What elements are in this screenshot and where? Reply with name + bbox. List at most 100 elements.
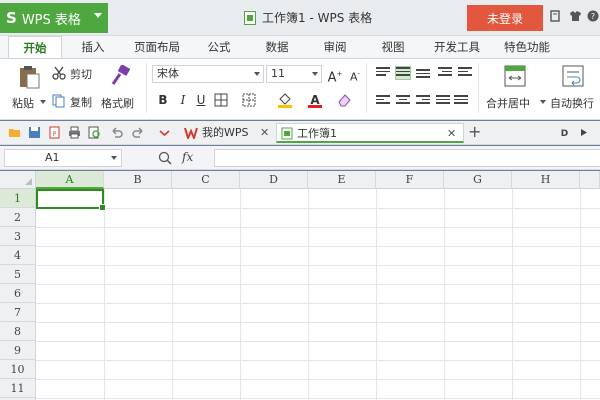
- align-top-icon[interactable]: [376, 67, 390, 79]
- close-icon[interactable]: ✕: [260, 123, 269, 143]
- tab-home[interactable]: 开始: [8, 36, 62, 58]
- wps-logo-icon: S: [6, 9, 17, 27]
- column-header[interactable]: B: [104, 171, 172, 189]
- tab-formulas[interactable]: 公式: [196, 36, 242, 58]
- tab-developer[interactable]: 开发工具: [426, 36, 488, 58]
- decrease-indent-icon[interactable]: [458, 67, 472, 79]
- ribbon-separator: [366, 63, 367, 113]
- grow-font-button[interactable]: A+: [326, 65, 344, 85]
- format-painter-button[interactable]: 格式刷: [100, 63, 140, 115]
- ribbon-tab-bar: 开始 插入 页面布局 公式 数据 审阅 视图 开发工具 特色功能: [0, 36, 600, 58]
- customize-toolbar-icon[interactable]: [158, 126, 171, 139]
- font-size-select[interactable]: 11: [266, 65, 322, 83]
- row-header[interactable]: 3: [0, 227, 36, 246]
- column-header[interactable]: A: [36, 171, 104, 189]
- row-header[interactable]: 7: [0, 303, 36, 322]
- row-header[interactable]: 10: [0, 360, 36, 379]
- chevron-down-icon: [254, 72, 260, 76]
- svg-text:P: P: [53, 131, 57, 138]
- wrap-text-button[interactable]: 自动换行: [548, 63, 600, 115]
- wrap-text-icon: [562, 65, 584, 87]
- spreadsheet-grid[interactable]: A B C D E F G H 1 2 3 4 5 6 7 8 9 10 11 …: [0, 171, 600, 400]
- collapse-ribbon-icon[interactable]: D: [558, 126, 571, 139]
- distributed-align-icon[interactable]: [454, 95, 468, 107]
- shrink-font-button[interactable]: A-: [346, 65, 364, 84]
- login-button[interactable]: 未登录: [467, 5, 543, 31]
- name-box[interactable]: A1: [4, 149, 122, 167]
- row-header[interactable]: 6: [0, 284, 36, 303]
- align-bottom-icon[interactable]: [416, 69, 430, 81]
- column-header[interactable]: H: [512, 171, 580, 189]
- zoom-formula-icon[interactable]: [158, 151, 172, 165]
- row-header[interactable]: 4: [0, 246, 36, 265]
- merge-center-button[interactable]: 合并居中: [484, 63, 546, 115]
- formula-input[interactable]: [214, 149, 600, 167]
- chevron-down-icon: [40, 100, 46, 104]
- help-icon[interactable]: ?: [586, 10, 600, 24]
- tab-data[interactable]: 数据: [254, 36, 300, 58]
- borders-button[interactable]: [212, 91, 230, 109]
- expand-icon[interactable]: [578, 126, 591, 139]
- eraser-icon: [338, 94, 351, 107]
- row-header[interactable]: 11: [0, 379, 36, 398]
- skin-icon[interactable]: [548, 10, 562, 24]
- column-header[interactable]: F: [376, 171, 444, 189]
- save-icon[interactable]: [28, 126, 41, 139]
- print-icon[interactable]: [68, 126, 81, 139]
- formula-bar: A1 fx: [0, 146, 600, 170]
- align-center-icon[interactable]: [396, 95, 410, 107]
- font-name-select[interactable]: 宋体: [152, 65, 264, 83]
- export-pdf-icon[interactable]: P: [48, 126, 61, 139]
- chevron-down-icon: [111, 156, 117, 160]
- row-header[interactable]: 8: [0, 322, 36, 341]
- chevron-down-icon: [540, 100, 546, 104]
- row-header[interactable]: 2: [0, 208, 36, 227]
- italic-button[interactable]: I: [174, 91, 192, 109]
- copy-button[interactable]: 复制: [52, 93, 98, 109]
- column-header[interactable]: [580, 171, 600, 189]
- cut-button[interactable]: 剪切: [52, 65, 98, 81]
- tab-insert[interactable]: 插入: [70, 36, 116, 58]
- row-header[interactable]: 1: [0, 189, 36, 208]
- insert-function-button[interactable]: fx: [182, 150, 193, 164]
- undo-icon[interactable]: [110, 126, 123, 139]
- bold-button[interactable]: B: [154, 91, 172, 109]
- row-header[interactable]: 5: [0, 265, 36, 284]
- print-preview-icon[interactable]: [88, 126, 101, 139]
- select-all-corner[interactable]: [0, 171, 36, 189]
- column-header[interactable]: E: [308, 171, 376, 189]
- open-folder-icon[interactable]: [8, 126, 21, 139]
- tab-review[interactable]: 审阅: [312, 36, 358, 58]
- justify-icon[interactable]: [436, 95, 450, 107]
- shirt-icon[interactable]: [568, 10, 582, 24]
- clipboard-icon: [20, 66, 40, 89]
- underline-button[interactable]: U: [192, 91, 210, 109]
- tab-view[interactable]: 视图: [370, 36, 416, 58]
- redo-icon[interactable]: [132, 126, 145, 139]
- copy-label: 复制: [70, 96, 92, 109]
- tab-my-wps[interactable]: 我的WPS ✕: [180, 123, 276, 143]
- name-box-value: A1: [45, 151, 60, 164]
- active-cell[interactable]: [36, 189, 106, 211]
- clear-format-button[interactable]: [336, 91, 354, 109]
- tab-workbook[interactable]: 工作簿1 ✕: [276, 123, 464, 143]
- app-menu-button[interactable]: S WPS 表格: [0, 3, 108, 33]
- close-icon[interactable]: ✕: [447, 124, 456, 144]
- paste-button[interactable]: 粘贴: [10, 63, 48, 115]
- align-right-icon[interactable]: [416, 95, 430, 107]
- column-header[interactable]: G: [444, 171, 512, 189]
- fill-color-button[interactable]: [276, 91, 294, 109]
- column-header[interactable]: D: [240, 171, 308, 189]
- tab-page-layout[interactable]: 页面布局: [126, 36, 188, 58]
- align-middle-icon[interactable]: [395, 66, 411, 80]
- cell-fill-pattern-button[interactable]: [240, 91, 258, 109]
- wrap-text-label: 自动换行: [550, 97, 594, 110]
- row-header[interactable]: 9: [0, 341, 36, 360]
- chevron-down-icon: [312, 72, 318, 76]
- tab-special[interactable]: 特色功能: [496, 36, 558, 58]
- column-header[interactable]: C: [172, 171, 240, 189]
- new-tab-plus-icon[interactable]: +: [468, 123, 481, 143]
- font-color-button[interactable]: A: [306, 91, 324, 109]
- align-left-icon[interactable]: [376, 95, 390, 107]
- increase-indent-icon[interactable]: [438, 67, 452, 79]
